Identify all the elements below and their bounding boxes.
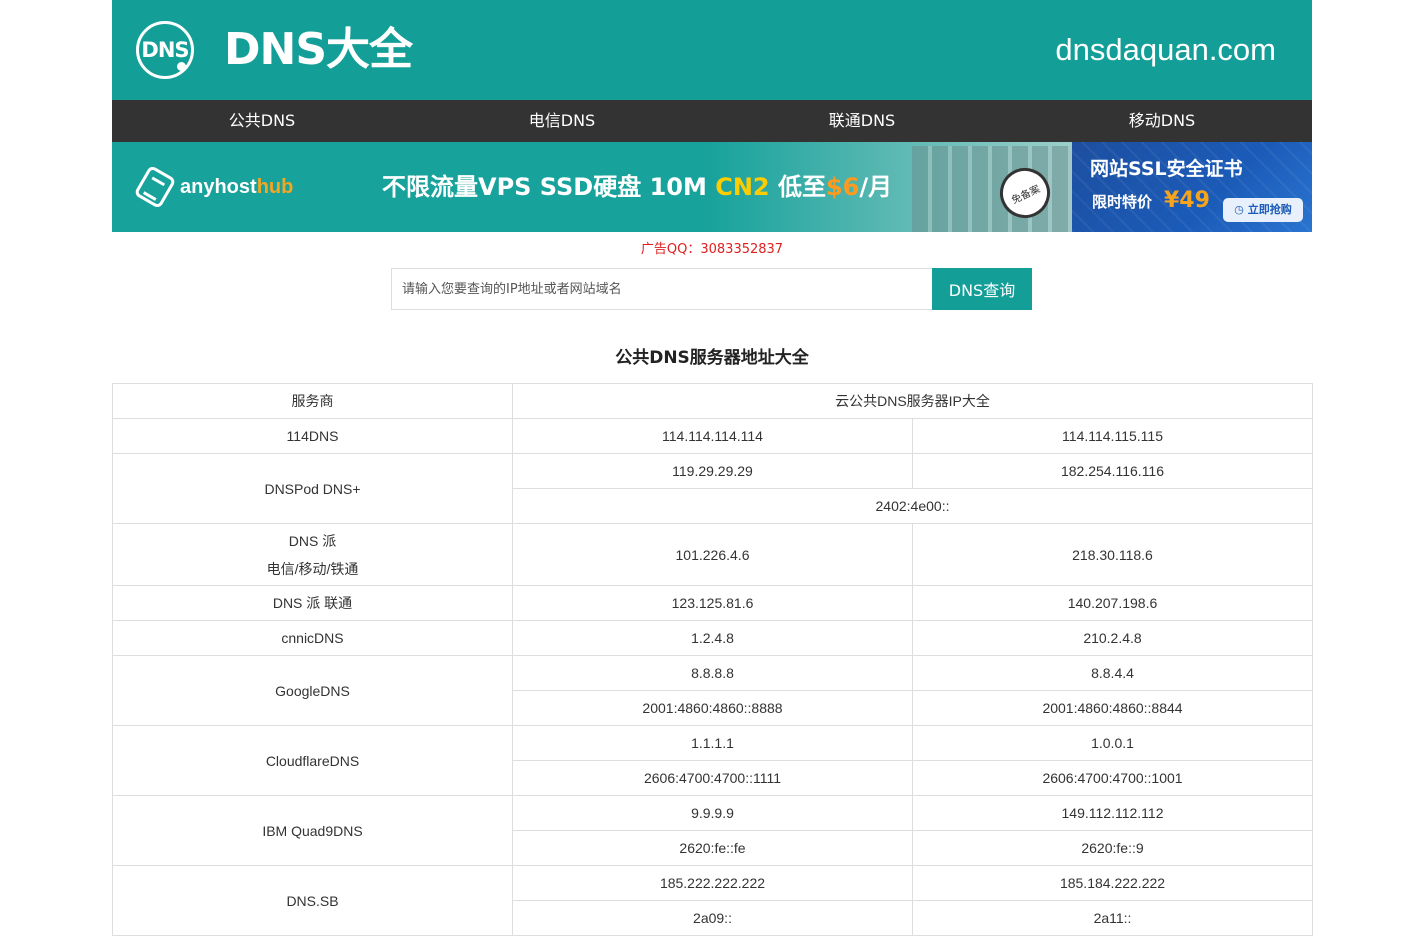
ip-cell: 2001:4860:4860::8844 [911,690,1314,726]
ssl-price: ¥49 [1164,188,1210,213]
table-row: DNS 派 联通 123.125.81.6 140.207.198.6 [112,585,1314,621]
ssl-cert-ad[interactable]: 网站SSL安全证书 限时特价 ¥49 ◷ 立即抢购 [1072,142,1312,232]
table-row: cnnicDNS 1.2.4.8 210.2.4.8 [112,620,1314,656]
provider-cell: DNS 派 联通 [112,585,513,621]
logo-mark: DNS [141,38,189,62]
ip-cell: 8.8.8.8 [512,655,913,691]
ip-cell: 2620:fe::fe [512,830,913,866]
provider-cell: DNS.SB [112,865,513,936]
dns-query-button[interactable]: DNS查询 [932,268,1032,310]
table-header-row: 服务商 云公共DNS服务器IP大全 [112,383,1314,419]
table-row: DNS.SB 185.222.222.222 185.184.222.222 [112,865,1314,936]
dns-logo-icon[interactable]: DNS [136,21,194,79]
ssl-price-label: 限时特价 [1092,193,1153,211]
nav-unicom-dns[interactable]: 联通DNS [712,100,1012,142]
provider-cell: cnnicDNS [112,620,513,656]
header-ips: 云公共DNS服务器IP大全 [511,383,1314,419]
ad-banner: anyhosthub 不限流量VPS SSD硬盘 10M CN2 低至$6/月 … [112,142,1312,232]
ip-cell: 9.9.9.9 [512,795,913,831]
ip-cell: 210.2.4.8 [911,620,1314,656]
ip-cell: 2a11:: [911,900,1314,936]
ssl-buy-button[interactable]: ◷ 立即抢购 [1223,198,1303,222]
ip-cell: 185.222.222.222 [512,865,913,901]
table-row: DNSPod DNS+ 119.29.29.29 182.254.116.116 [112,453,1314,524]
site-header: DNS DNS大全 dnsdaquan.com [112,0,1312,100]
ip-cell: 1.2.4.8 [512,620,913,656]
table-row: GoogleDNS 8.8.8.8 8.8.4.4 [112,655,1314,726]
ip-cell: 119.29.29.29 [512,453,913,489]
provider-cell: GoogleDNS [112,655,513,726]
ip-cell: 2620:fe::9 [911,830,1314,866]
site-logo-text[interactable]: DNS大全 [224,22,413,78]
provider-cell: CloudflareDNS [112,725,513,796]
page-wrapper: DNS DNS大全 dnsdaquan.com 公共DNS 电信DNS 联通DN… [112,0,1314,936]
ip-cell: 2606:4700:4700::1001 [911,760,1314,796]
ip-cell: 1.0.0.1 [911,725,1314,761]
logo-dot [177,62,186,71]
ip-cell: 8.8.4.4 [911,655,1314,691]
dns-search-bar: DNS查询 [391,268,1032,310]
search-input[interactable] [391,268,932,310]
clock-icon: ◷ [1234,203,1248,216]
ip-cell: 218.30.118.6 [911,523,1314,586]
provider-cell: DNSPod DNS+ [112,453,513,524]
ip-cell: 149.112.112.112 [911,795,1314,831]
cube-icon [133,164,177,210]
ip-cell: 185.184.222.222 [911,865,1314,901]
ssl-ad-title: 网站SSL安全证书 [1090,158,1243,180]
nav-public-dns[interactable]: 公共DNS [112,100,412,142]
public-dns-table: 服务商 云公共DNS服务器IP大全 114DNS 114.114.114.114… [112,383,1314,936]
table-row: CloudflareDNS 1.1.1.1 1.0.0.1 [112,725,1314,796]
provider-cell: DNS 派 电信/移动/铁通 [112,523,513,586]
provider-line: DNS 派 [288,532,337,549]
anyhosthub-logo: anyhosthub [180,176,294,198]
ip-cell: 114.114.115.115 [911,418,1314,454]
table-row: IBM Quad9DNS 9.9.9.9 149.112.112.112 [112,795,1314,866]
ip-cell: 123.125.81.6 [512,585,913,621]
ip-cell: 2a09:: [512,900,913,936]
ad-contact-qq: 广告QQ：3083352837 [640,242,784,257]
section-title: 公共DNS服务器地址大全 [615,348,809,368]
vps-slogan: 不限流量VPS SSD硬盘 10M CN2 低至$6/月 [382,173,893,201]
ip-cell: 2606:4700:4700::1111 [512,760,913,796]
site-domain: dnsdaquan.com [1055,32,1276,67]
ip-cell: 2001:4860:4860::8888 [512,690,913,726]
provider-line: 电信/移动/铁通 [266,560,359,577]
table-row: 114DNS 114.114.114.114 114.114.115.115 [112,418,1314,454]
main-nav: 公共DNS 电信DNS 联通DNS 移动DNS [112,100,1312,142]
nav-telecom-dns[interactable]: 电信DNS [412,100,712,142]
ip-cell: 182.254.116.116 [911,453,1314,489]
ip-cell: 2402:4e00:: [511,488,1314,524]
anyhosthub-ad[interactable]: anyhosthub 不限流量VPS SSD硬盘 10M CN2 低至$6/月 … [112,142,1072,232]
table-row: DNS 派 电信/移动/铁通 101.226.4.6 218.30.118.6 [112,523,1314,586]
ip-cell: 140.207.198.6 [911,585,1314,621]
nav-mobile-dns[interactable]: 移动DNS [1012,100,1312,142]
ip-cell: 101.226.4.6 [512,523,913,586]
provider-cell: IBM Quad9DNS [112,795,513,866]
ip-cell: 1.1.1.1 [512,725,913,761]
provider-cell: 114DNS [112,418,513,454]
ip-cell: 114.114.114.114 [512,418,913,454]
header-provider: 服务商 [112,383,513,419]
